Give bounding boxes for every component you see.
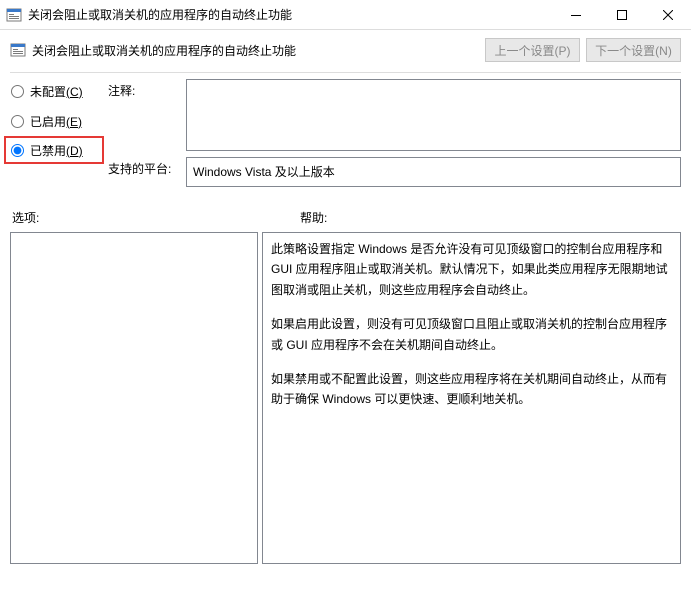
prev-setting-label: 上一个设置(P) [495,42,571,59]
options-heading: 选项: [12,209,300,226]
close-button[interactable] [645,0,691,30]
radio-enabled[interactable]: 已启用(E) [10,111,98,131]
radio-disabled-label: 已禁用(D) [30,142,83,159]
maximize-button[interactable] [599,0,645,30]
radio-not-configured-label: 未配置(C) [30,83,83,100]
help-heading: 帮助: [300,209,679,226]
policy-title: 关闭会阻止或取消关机的应用程序的自动终止功能 [32,42,485,59]
policy-icon [10,42,26,58]
radio-disabled[interactable]: 已禁用(D) [4,136,104,164]
next-setting-button[interactable]: 下一个设置(N) [586,38,681,62]
radio-enabled-label: 已启用(E) [30,113,82,130]
prev-setting-button[interactable]: 上一个设置(P) [485,38,580,62]
titlebar: 关闭会阻止或取消关机的应用程序的自动终止功能 [0,0,691,30]
help-paragraph: 此策略设置指定 Windows 是否允许没有可见顶级窗口的控制台应用程序和 GU… [271,239,670,300]
radio-not-configured-input[interactable] [11,85,24,98]
help-paragraph: 如果禁用或不配置此设置，则这些应用程序将在关机期间自动终止，从而有助于确保 Wi… [271,369,670,410]
platform-label: 支持的平台: [108,157,178,177]
options-pane[interactable] [10,232,258,564]
header-row: 关闭会阻止或取消关机的应用程序的自动终止功能 上一个设置(P) 下一个设置(N) [0,30,691,72]
state-radio-group: 未配置(C) 已启用(E) 已禁用(D) [10,79,98,187]
next-setting-label: 下一个设置(N) [595,42,672,59]
help-paragraph: 如果启用此设置，则没有可见顶级窗口且阻止或取消关机的控制台应用程序或 GUI 应… [271,314,670,355]
radio-enabled-input[interactable] [11,115,24,128]
supported-platform: Windows Vista 及以上版本 [186,157,681,187]
window-title: 关闭会阻止或取消关机的应用程序的自动终止功能 [28,6,553,23]
radio-not-configured[interactable]: 未配置(C) [10,81,98,101]
comment-label: 注释: [108,79,178,99]
app-icon [6,7,22,23]
comment-textarea[interactable] [186,79,681,151]
radio-disabled-input[interactable] [11,144,24,157]
minimize-button[interactable] [553,0,599,30]
help-pane[interactable]: 此策略设置指定 Windows 是否允许没有可见顶级窗口的控制台应用程序和 GU… [262,232,681,564]
